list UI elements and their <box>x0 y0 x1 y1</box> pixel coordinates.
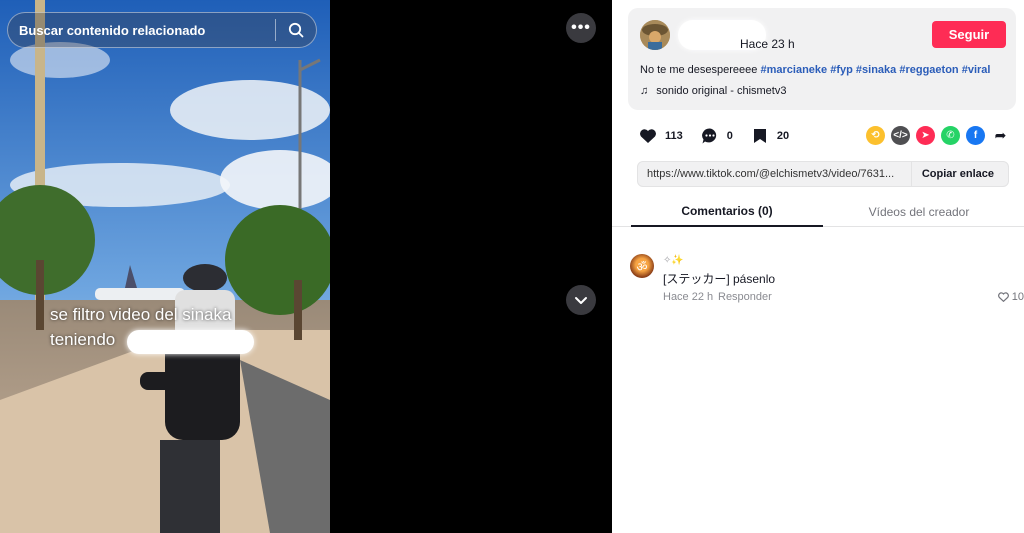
copy-link-button[interactable]: Copiar enlace <box>910 162 1008 186</box>
share-row: ⟲ </> ➤ ✆ f ➦ <box>866 126 1010 145</box>
details-panel: Hace 23 h Seguir No te me desespereeee #… <box>612 0 1024 533</box>
hashtag-link[interactable]: #fyp <box>830 64 853 76</box>
comment-like-count: 10 <box>1011 291 1024 303</box>
next-video-button[interactable] <box>566 285 596 315</box>
video-area[interactable]: se filtro video del sinaka teniendo Busc… <box>0 0 612 533</box>
search-input[interactable]: Buscar contenido relacionado <box>8 23 275 38</box>
related-search-bar[interactable]: Buscar contenido relacionado <box>7 12 317 48</box>
send-icon[interactable]: ➤ <box>916 126 935 145</box>
hashtag-link[interactable]: #marcianeke <box>760 64 827 76</box>
video-frame[interactable]: se filtro video del sinaka teniendo <box>0 0 330 533</box>
search-button[interactable] <box>276 12 316 48</box>
video-image <box>0 0 330 533</box>
description-text: No te me desespereeee <box>640 64 758 76</box>
ellipsis-icon: ••• <box>571 19 591 36</box>
comment-icon <box>698 124 722 148</box>
video-description: No te me desespereeee #marcianeke #fyp #… <box>640 64 990 76</box>
video-link-box: https://www.tiktok.com/@elchismetv3/vide… <box>637 161 1009 187</box>
search-icon <box>288 22 304 38</box>
heart-outline-icon <box>997 292 1009 302</box>
hashtag-link[interactable]: #reggaeton <box>899 64 958 76</box>
embed-icon[interactable]: </> <box>891 126 910 145</box>
heart-icon <box>636 124 660 148</box>
comment-button[interactable]: 0 <box>698 124 733 148</box>
bookmark-icon <box>748 124 772 148</box>
repost-icon[interactable]: ⟲ <box>866 126 885 145</box>
author-avatar[interactable] <box>640 20 670 50</box>
comment-like-button[interactable]: 10 <box>997 291 1024 303</box>
video-caption-line1: se filtro video del sinaka <box>50 305 232 324</box>
hashtag-link[interactable]: #sinaka <box>856 64 896 76</box>
facebook-icon[interactable]: f <box>966 126 985 145</box>
music-link[interactable]: ♫ sonido original - chismetv3 <box>640 85 786 97</box>
whatsapp-icon[interactable]: ✆ <box>941 126 960 145</box>
tab-creator-videos[interactable]: Vídeos del creador <box>823 197 1015 227</box>
comment-text: [ステッカー] pásenlo <box>663 272 776 286</box>
tab-comments[interactable]: Comentarios (0) <box>631 197 823 227</box>
commenter-avatar[interactable]: ॐ <box>630 254 654 278</box>
chevron-down-icon <box>575 297 587 304</box>
save-button[interactable]: 20 <box>748 124 789 148</box>
more-options-button[interactable]: ••• <box>566 13 596 43</box>
comment-time: Hace 22 h <box>663 291 714 303</box>
commenter-name-emoji[interactable]: ✧✨ <box>663 255 684 266</box>
reply-button[interactable]: Responder <box>718 291 772 303</box>
avatar-image <box>640 20 670 50</box>
caption-redaction <box>127 330 254 354</box>
video-caption-line2: teniendo <box>50 330 116 349</box>
action-bar: 113 0 20 <box>636 124 804 148</box>
panel-tabs: Comentarios (0) Vídeos del creador <box>612 197 1024 227</box>
video-url[interactable]: https://www.tiktok.com/@elchismetv3/vide… <box>638 168 911 180</box>
comment-item: ॐ ✧✨ [ステッカー] pásenlo Hace 22 h Responder… <box>630 253 1024 308</box>
like-button[interactable]: 113 <box>636 124 683 148</box>
like-count: 113 <box>665 130 683 142</box>
music-note-icon: ♫ <box>640 85 649 97</box>
save-count: 20 <box>776 130 790 142</box>
comment-count: 0 <box>726 130 733 142</box>
follow-button[interactable]: Seguir <box>932 21 1006 48</box>
post-time: Hace 23 h <box>740 37 795 51</box>
music-label: sonido original - chismetv3 <box>656 85 787 97</box>
share-arrow-icon[interactable]: ➦ <box>991 126 1010 145</box>
hashtag-link[interactable]: #viral <box>962 64 991 76</box>
video-info-card: Hace 23 h Seguir No te me desespereeee #… <box>628 8 1016 110</box>
